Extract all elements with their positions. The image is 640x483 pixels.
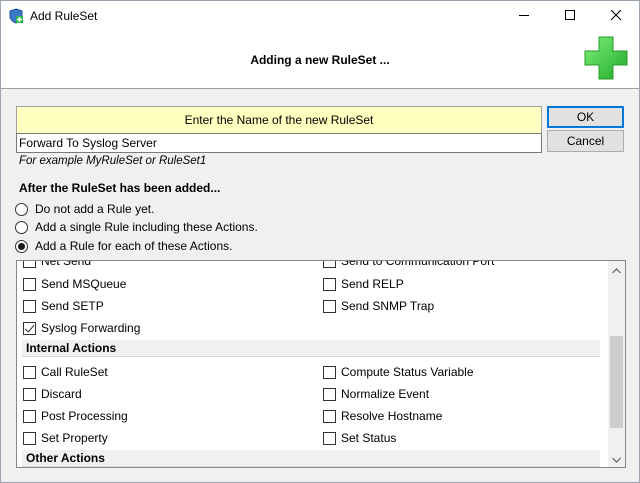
checkbox[interactable] [23,409,36,423]
checkbox[interactable] [323,299,336,313]
action-label: Normalize Event [341,387,430,401]
action-label: Call RuleSet [41,365,108,379]
action-item-post-processing[interactable]: Post Processing [23,408,128,424]
action-label: Set Status [341,431,397,445]
scroll-down-button[interactable] [608,450,625,467]
dialog-header: Adding a new RuleSet ... [1,31,639,89]
action-item-normalize-event[interactable]: Normalize Event [323,386,429,402]
ok-button[interactable]: OK [547,106,624,128]
action-item-discard[interactable]: Discard [23,386,82,402]
minimize-button[interactable] [501,1,547,31]
radio-label: Add a single Rule including these Action… [35,220,258,234]
action-item-call-ruleset[interactable]: Call RuleSet [23,364,108,380]
checkbox[interactable] [323,261,336,268]
checkbox[interactable] [323,387,336,401]
action-item-net-send[interactable]: Net Send [23,260,92,269]
action-label: Syslog Forwarding [41,321,141,335]
group-header-other-actions: Other Actions [22,450,600,467]
ruleset-name-label: Enter the Name of the new RuleSet [16,106,542,134]
action-item-resolve-hostname[interactable]: Resolve Hostname [323,408,442,424]
radio-label: Do not add a Rule yet. [35,202,155,216]
close-icon [610,9,622,23]
action-item-send-setp[interactable]: Send SETP [23,298,104,314]
radio-rule-each-action[interactable]: Add a Rule for each of these Actions. [15,238,232,254]
green-plus-icon [583,35,629,81]
chevron-down-icon [612,452,621,466]
ruleset-name-input[interactable] [16,133,542,153]
action-item-set-property[interactable]: Set Property [23,430,108,446]
maximize-icon [565,9,575,23]
window-title: Add RuleSet [30,9,98,23]
vertical-scrollbar[interactable] [608,261,625,467]
action-label: Net Send [41,260,92,268]
action-label: Compute Status Variable [341,365,474,379]
action-label: Post Processing [41,409,128,423]
chevron-up-icon [612,263,621,277]
header-title: Adding a new RuleSet ... [250,53,390,67]
after-added-label: After the RuleSet has been added... [19,181,221,195]
name-example-hint: For example MyRuleSet or RuleSet1 [19,155,207,167]
action-item-send-snmp-trap[interactable]: Send SNMP Trap [323,298,434,314]
radio-button[interactable] [15,220,28,234]
action-item-send-msqueue[interactable]: Send MSQueue [23,276,126,292]
checkbox[interactable] [23,261,36,268]
radio-button-selected[interactable] [15,239,28,253]
checkbox[interactable] [23,387,36,401]
checkbox[interactable] [23,431,36,445]
action-label: Send SNMP Trap [341,299,435,313]
checkbox[interactable] [23,299,36,313]
action-label: Discard [41,387,82,401]
checkbox[interactable] [23,365,36,379]
action-label: Send SETP [41,299,104,313]
ruleset-app-icon [8,8,24,24]
minimize-icon [519,9,529,23]
actions-list[interactable]: Net Send Send to Communication Port Send… [16,260,626,468]
add-ruleset-dialog: Add RuleSet Adding a new RuleSet ... Ent… [0,0,640,483]
checkbox[interactable] [323,277,336,291]
action-label: Send RELP [341,277,404,291]
checkbox-checked[interactable] [23,321,36,335]
action-item-syslog-forwarding[interactable]: Syslog Forwarding [23,320,140,336]
checkbox[interactable] [23,277,36,291]
cancel-button[interactable]: Cancel [547,130,624,152]
checkbox[interactable] [323,431,336,445]
title-bar[interactable]: Add RuleSet [1,1,639,31]
action-label: Send MSQueue [41,277,127,291]
action-item-set-status[interactable]: Set Status [323,430,396,446]
close-button[interactable] [593,1,639,31]
action-item-send-communication-port[interactable]: Send to Communication Port [323,260,495,269]
checkbox[interactable] [323,409,336,423]
action-item-compute-status-variable[interactable]: Compute Status Variable [323,364,474,380]
radio-no-rule[interactable]: Do not add a Rule yet. [15,201,154,217]
scroll-thumb[interactable] [610,336,623,428]
maximize-button[interactable] [547,1,593,31]
radio-label: Add a Rule for each of these Actions. [35,239,233,253]
radio-single-rule[interactable]: Add a single Rule including these Action… [15,219,258,235]
action-label: Send to Communication Port [341,260,495,268]
group-header-internal-actions: Internal Actions [22,340,600,357]
action-label: Resolve Hostname [341,409,443,423]
checkbox[interactable] [323,365,336,379]
action-label: Set Property [41,431,108,445]
action-item-send-relp[interactable]: Send RELP [323,276,404,292]
radio-button[interactable] [15,202,28,216]
scroll-up-button[interactable] [608,261,625,278]
